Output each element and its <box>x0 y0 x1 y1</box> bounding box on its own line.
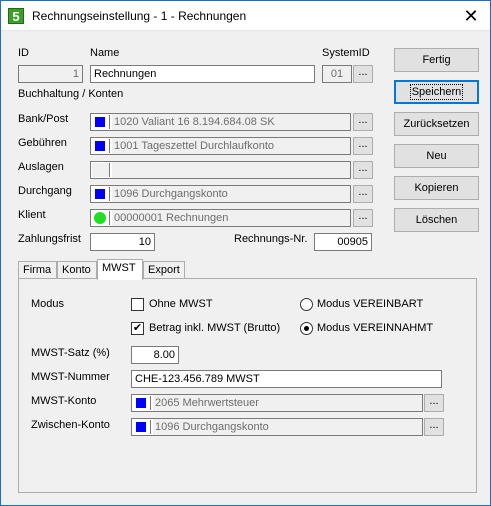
betrag-inkl-label: Betrag inkl. MWST (Brutto) <box>149 322 281 334</box>
speichern-label: Speichern <box>409 84 464 100</box>
bank-post-label: Bank/Post <box>18 113 69 125</box>
gebuehren-browse-button[interactable]: ... <box>353 137 373 155</box>
zahlungsfrist-label: Zahlungsfrist <box>18 233 81 245</box>
systemid-field: 01 <box>322 65 352 83</box>
modus-vereinbart-label: Modus VEREINBART <box>317 298 424 310</box>
speichern-button[interactable]: Speichern <box>394 80 479 104</box>
gebuehren-label: Gebühren <box>18 137 67 149</box>
auslagen-account-value <box>112 162 350 178</box>
tab-firma[interactable]: Firma <box>18 261 57 279</box>
name-input[interactable]: Rechnungen <box>90 65 315 83</box>
kopieren-button[interactable]: Kopieren <box>394 176 479 200</box>
modus-vereinbart-radio[interactable] <box>300 298 313 311</box>
betrag-inkl-checkbox[interactable]: ✔ <box>131 322 144 335</box>
auslagen-label: Auslagen <box>18 161 64 173</box>
modus-label: Modus <box>31 298 65 310</box>
title-bar: 5 Rechnungseinstellung - 1 - Rechnungen … <box>1 1 490 31</box>
ohne-mwst-label: Ohne MWST <box>149 298 213 310</box>
ohne-mwst-checkbox[interactable] <box>131 298 144 311</box>
gebuehren-account-field: 1001 Tageszettel Durchlaufkonto <box>90 137 351 155</box>
bank-post-browse-button[interactable]: ... <box>353 113 373 131</box>
zuruecksetzen-button[interactable]: Zurücksetzen <box>394 112 479 136</box>
mwst-konto-field: 2065 Mehrwertsteuer <box>131 394 423 412</box>
bank-post-account-field: 1020 Valiant 16 8.194.684.08 SK <box>90 113 351 131</box>
blue-square-icon <box>136 398 146 408</box>
name-label: Name <box>90 47 120 59</box>
blue-square-icon <box>136 422 146 432</box>
klient-browse-button[interactable]: ... <box>353 209 373 227</box>
bank-post-account-value: 1020 Valiant 16 8.194.684.08 SK <box>112 114 350 130</box>
radio-selected-dot-icon <box>304 326 309 331</box>
app-icon: 5 <box>8 8 24 24</box>
id-field: 1 <box>18 65 83 83</box>
checkmark-icon: ✔ <box>132 322 143 334</box>
klient-field: 00000001 Rechnungen <box>90 209 351 227</box>
id-label: ID <box>18 47 29 59</box>
tab-mwst[interactable]: MWST <box>97 259 143 280</box>
durchgang-browse-button[interactable]: ... <box>353 185 373 203</box>
modus-vereinnahmt-radio[interactable] <box>300 322 313 335</box>
auslagen-account-field <box>90 161 351 179</box>
close-icon[interactable]: ✕ <box>460 5 482 27</box>
fertig-button[interactable]: Fertig <box>394 48 479 72</box>
mwst-konto-label: MWST-Konto <box>31 395 97 407</box>
zwischen-konto-value: 1096 Durchgangskonto <box>153 419 422 435</box>
durchgang-account-value: 1096 Durchgangskonto <box>112 186 350 202</box>
blue-square-icon <box>95 117 105 127</box>
durchgang-label: Durchgang <box>18 185 72 197</box>
zwischen-konto-field: 1096 Durchgangskonto <box>131 418 423 436</box>
loeschen-button[interactable]: Löschen <box>394 208 479 232</box>
neu-button[interactable]: Neu <box>394 144 479 168</box>
mwst-nummer-label: MWST-Nummer <box>31 371 110 383</box>
rechnungsnr-label: Rechnungs-Nr. <box>234 233 308 245</box>
mwst-satz-input[interactable]: 8.00 <box>131 346 179 364</box>
gebuehren-account-value: 1001 Tageszettel Durchlaufkonto <box>112 138 350 154</box>
mwst-nummer-input[interactable]: CHE-123.456.789 MWST <box>131 370 442 388</box>
zwischen-konto-label: Zwischen-Konto <box>31 419 110 431</box>
blue-square-icon <box>95 141 105 151</box>
green-dot-icon <box>94 212 106 224</box>
systemid-label: SystemID <box>322 47 370 59</box>
mwst-panel: Modus Ohne MWST ✔ Betrag inkl. MWST (Bru… <box>18 278 477 493</box>
klient-label: Klient <box>18 209 46 221</box>
mwst-satz-label: MWST-Satz (%) <box>31 347 110 359</box>
zahlungsfrist-input[interactable]: 10 <box>90 233 155 251</box>
systemid-browse-button[interactable]: ... <box>353 65 373 83</box>
rechnungsnr-input[interactable]: 00905 <box>314 233 372 251</box>
tab-konto[interactable]: Konto <box>57 261 97 279</box>
mwst-konto-browse-button[interactable]: ... <box>424 394 444 412</box>
tab-export[interactable]: Export <box>143 261 185 279</box>
durchgang-account-field: 1096 Durchgangskonto <box>90 185 351 203</box>
klient-value: 00000001 Rechnungen <box>112 210 350 226</box>
zwischen-konto-browse-button[interactable]: ... <box>424 418 444 436</box>
section-heading: Buchhaltung / Konten <box>18 88 124 100</box>
mwst-konto-value: 2065 Mehrwertsteuer <box>153 395 422 411</box>
dialog-window: 5 Rechnungseinstellung - 1 - Rechnungen … <box>0 0 491 506</box>
window-title: Rechnungseinstellung - 1 - Rechnungen <box>32 9 247 23</box>
auslagen-browse-button[interactable]: ... <box>353 161 373 179</box>
blue-square-icon <box>95 189 105 199</box>
modus-vereinnahmt-label: Modus VEREINNAHMT <box>317 322 434 334</box>
